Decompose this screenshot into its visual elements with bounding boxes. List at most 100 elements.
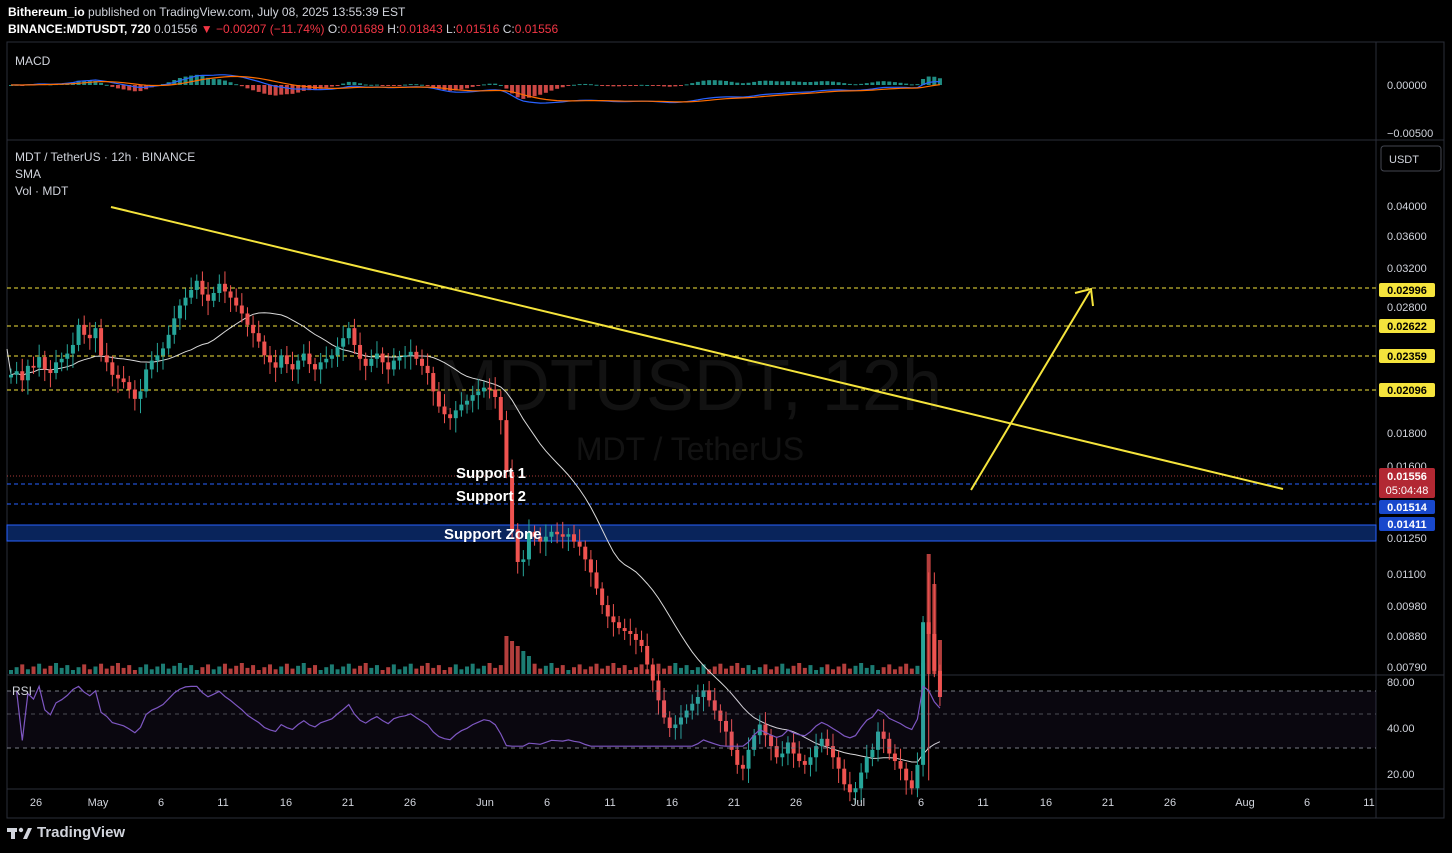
candle-body xyxy=(194,280,199,290)
volume-bar xyxy=(808,665,813,674)
volume-bar xyxy=(419,665,424,674)
volume-legend[interactable]: Vol · MDT xyxy=(15,184,69,198)
macd-histogram-bar xyxy=(352,82,357,85)
macd-tick-label: 0.00000 xyxy=(1387,80,1427,92)
candle-body xyxy=(549,531,554,537)
price-labels: 0.02996 0.02622 0.02359 0.02096 0.01556 05:04… xyxy=(1379,283,1435,531)
candle-body xyxy=(735,749,740,765)
support-1-label[interactable]: Support 1 xyxy=(456,465,526,482)
macd-histogram-bar xyxy=(470,85,475,87)
macd-histogram-bar xyxy=(408,84,413,86)
volume-bar xyxy=(9,670,13,674)
candle-body xyxy=(239,305,244,314)
volume-bar xyxy=(481,665,486,674)
candle-body xyxy=(926,622,931,634)
macd-histogram-bar xyxy=(645,84,650,86)
volume-bar xyxy=(307,667,312,674)
macd-histogram-bar xyxy=(515,85,520,98)
macd-histogram-bar xyxy=(808,82,813,85)
volume-bar xyxy=(200,667,205,674)
currency-button-label[interactable]: USDT xyxy=(1389,154,1419,166)
time-tick-label: 6 xyxy=(918,797,924,809)
resistance-price-label: 0.02359 xyxy=(1387,351,1427,363)
volume-bar xyxy=(825,664,830,674)
support-zone-label[interactable]: Support Zone xyxy=(444,526,542,543)
candle-body xyxy=(628,631,633,634)
volume-bar xyxy=(222,663,227,674)
macd-histogram-bar xyxy=(217,79,222,85)
tradingview-footer[interactable]: TradingView xyxy=(7,824,125,841)
volume-bar xyxy=(369,667,374,674)
volume-bar xyxy=(729,665,734,674)
candle-body xyxy=(543,536,548,542)
candle-body xyxy=(200,280,205,295)
macd-histogram-bar xyxy=(560,85,565,88)
macd-histogram-bar xyxy=(729,81,734,85)
support-zone-box[interactable] xyxy=(6,524,1377,542)
candle-body xyxy=(59,358,64,363)
volume-bar xyxy=(14,667,19,674)
volume-bar xyxy=(256,670,261,674)
volume-bar xyxy=(245,667,250,674)
macd-histogram-bar xyxy=(228,82,233,85)
volume-bar xyxy=(695,667,700,674)
rsi-tick-label: 80.00 xyxy=(1387,677,1415,689)
price-tick-label: 0.01100 xyxy=(1387,569,1426,581)
macd-histogram-bar xyxy=(346,81,351,85)
time-tick-label: May xyxy=(88,797,109,809)
tradingview-logo-icon xyxy=(7,827,32,839)
rsi-band-fill xyxy=(7,691,1376,748)
volume-bar xyxy=(442,670,447,674)
volume-bar xyxy=(543,665,548,674)
support-2-label[interactable]: Support 2 xyxy=(456,488,526,505)
volume-bar xyxy=(870,665,875,674)
time-tick-label: 16 xyxy=(666,797,678,809)
time-tick-label: 21 xyxy=(728,797,740,809)
candle-body xyxy=(622,628,627,632)
volume-bar xyxy=(301,663,306,674)
volume-bar xyxy=(633,667,638,674)
volume-bar xyxy=(76,667,81,674)
chart-canvas[interactable]: MDTUSDT, 12h MDT / TetherUS Support 1 Su… xyxy=(0,0,1452,853)
time-tick-label: 6 xyxy=(158,797,164,809)
macd-histogram-bar xyxy=(267,85,272,95)
macd-tick-label: −0.00500 xyxy=(1387,128,1433,140)
volume-bar xyxy=(228,668,233,674)
candle-body xyxy=(14,371,19,375)
macd-histogram-bar xyxy=(757,80,762,85)
volume-bar xyxy=(830,669,835,674)
macd-label[interactable]: MACD xyxy=(15,54,51,68)
candle-body xyxy=(386,362,391,370)
volume-bar xyxy=(521,651,526,674)
candle-body xyxy=(403,355,408,358)
volume-bar xyxy=(352,668,357,674)
macd-histogram-bar xyxy=(374,84,379,86)
price-tick-label: 0.02800 xyxy=(1387,302,1427,314)
candle-body xyxy=(93,328,98,339)
macd-histogram-bar xyxy=(476,85,481,86)
macd-histogram-bar xyxy=(639,84,644,86)
macd-histogram-bar xyxy=(600,85,605,86)
volume-bar xyxy=(397,669,402,674)
volume-bar xyxy=(780,663,785,674)
volume-bar xyxy=(239,663,244,674)
volume-bar xyxy=(82,664,87,674)
volume-bar xyxy=(892,669,897,674)
rsi-label[interactable]: RSI xyxy=(12,684,32,698)
candle-body xyxy=(138,391,143,399)
macd-histogram-bar xyxy=(234,84,239,86)
volume-bar xyxy=(104,668,109,674)
time-tick-label: 6 xyxy=(544,797,550,809)
main-pane-title[interactable]: MDT / TetherUS · 12h · BINANCE xyxy=(15,150,195,164)
macd-histogram-bar xyxy=(909,84,914,86)
volume-bar xyxy=(217,666,222,674)
volume-bar xyxy=(194,670,199,674)
volume-bar xyxy=(504,636,509,674)
volume-bar xyxy=(172,665,177,674)
volume-bar xyxy=(363,663,368,674)
volume-bar xyxy=(594,663,599,674)
candle-body xyxy=(746,749,751,769)
sma-legend[interactable]: SMA xyxy=(15,167,41,181)
time-tick-label: 11 xyxy=(1363,797,1374,809)
candle-body xyxy=(391,360,396,370)
